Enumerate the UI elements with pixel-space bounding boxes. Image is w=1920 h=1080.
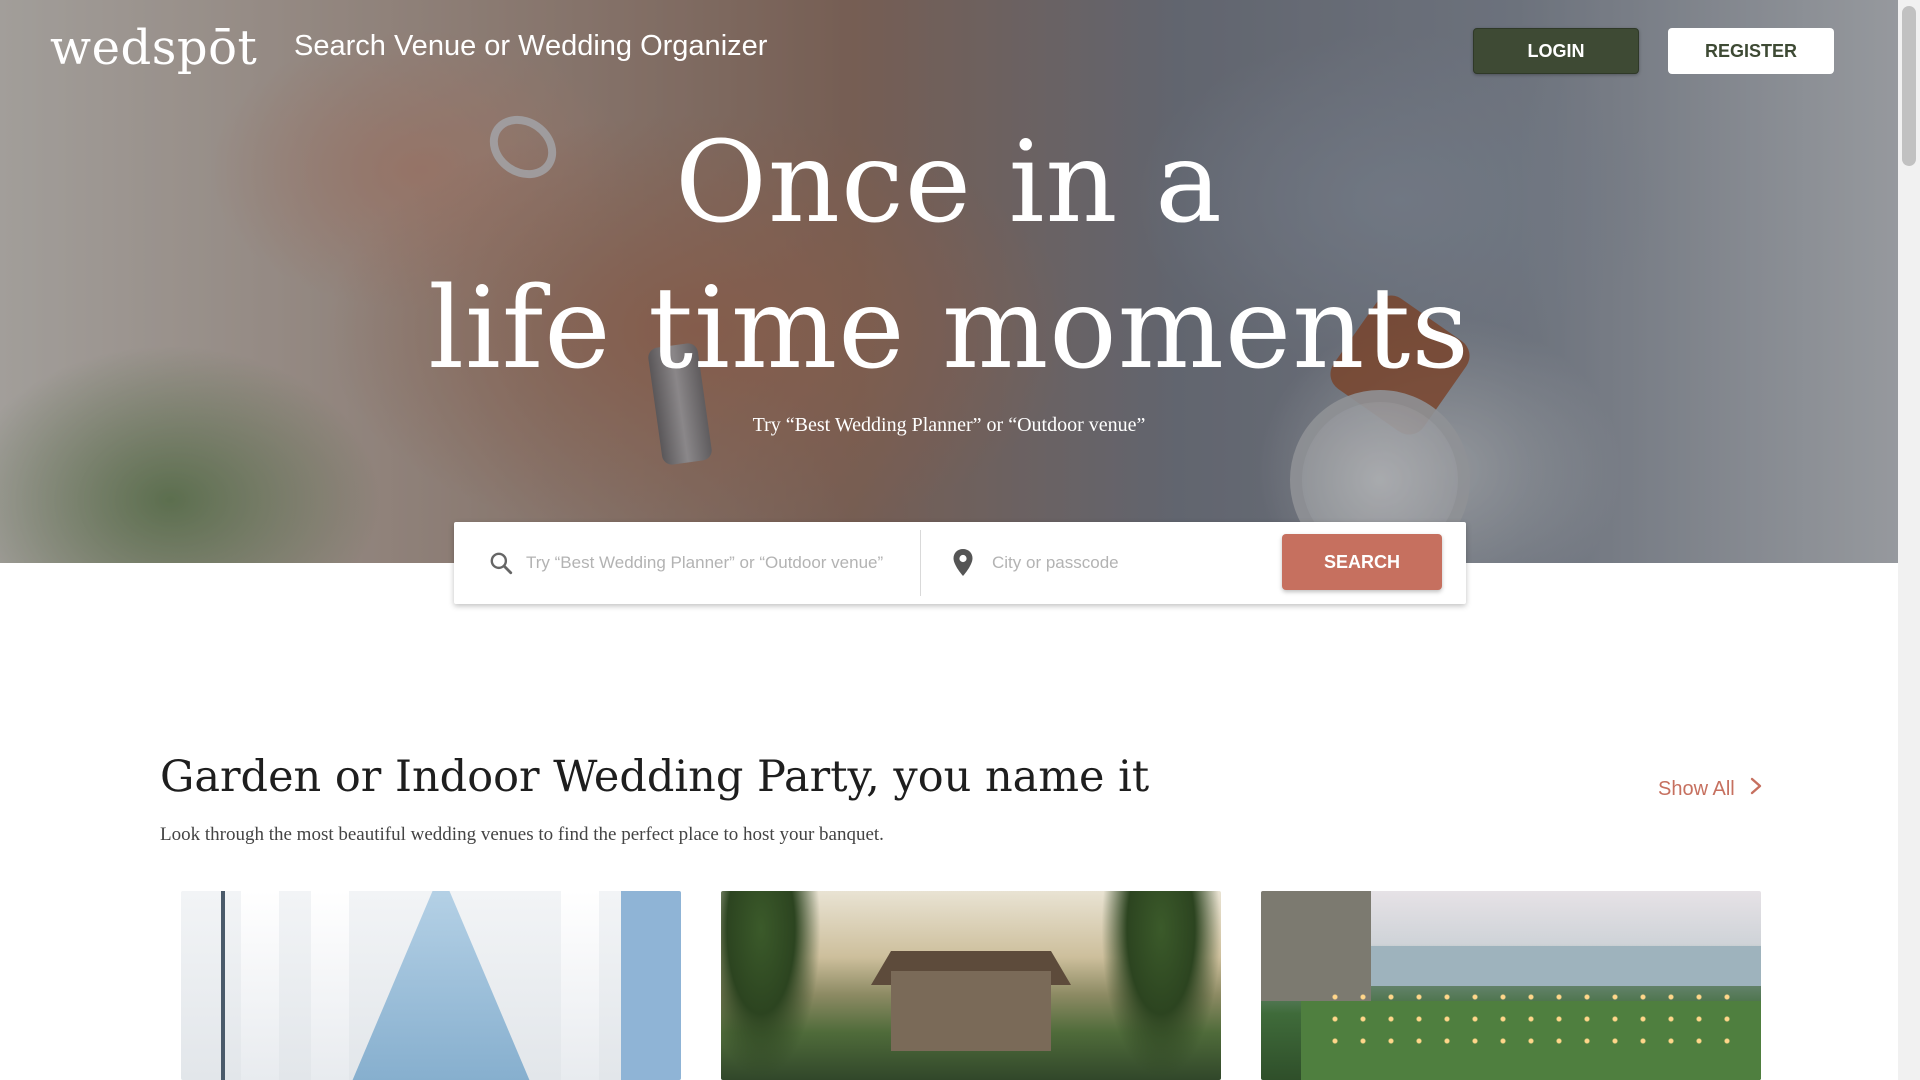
hero-title-line-1: Once in a: [675, 118, 1223, 248]
scrollbar-thumb[interactable]: [1902, 6, 1916, 166]
white-chapel-pillar: [561, 891, 599, 1080]
search-divider: [920, 530, 921, 596]
location-input[interactable]: [992, 544, 1252, 582]
seaside-garden-photo: [1361, 946, 1761, 986]
hero-subtitle: Try “Best Wedding Planner” or “Outdoor v…: [752, 414, 1146, 436]
hero-title: Once in a life time moments: [0, 110, 1898, 402]
keyword-search-input[interactable]: [526, 544, 906, 582]
hero-banner: Once in a life time moments Try “Best We…: [0, 0, 1898, 563]
seaside-garden-lights: [1321, 986, 1741, 1056]
section-description: Look through the most beautiful wedding …: [160, 824, 884, 845]
section-title: Garden or Indoor Wedding Party, you name…: [160, 752, 1150, 802]
chevron-right-icon: [1749, 776, 1763, 802]
show-all-label: Show All: [1658, 777, 1735, 800]
nav-search-link[interactable]: Search Venue or Wedding Organizer: [294, 30, 767, 63]
tropical-resort-palm: [721, 891, 821, 1080]
tropical-resort-building: [891, 971, 1051, 1051]
search-icon: [488, 550, 514, 576]
white-chapel-photo-sky: [621, 891, 681, 1080]
seaside-garden-tower: [1261, 891, 1371, 1001]
logo[interactable]: wedspōt: [50, 20, 257, 76]
venue-card-3[interactable]: [1261, 891, 1761, 1080]
white-chapel-pillar: [311, 891, 349, 1080]
register-button[interactable]: REGISTER: [1668, 28, 1834, 74]
venue-card-2[interactable]: [721, 891, 1221, 1080]
tropical-resort-palm: [1101, 891, 1221, 1080]
search-button[interactable]: SEARCH: [1282, 534, 1442, 590]
login-button[interactable]: LOGIN: [1473, 28, 1639, 74]
location-pin-icon: [951, 548, 975, 578]
hero-title-line-2: life time moments: [428, 264, 1470, 394]
white-chapel-photo: [331, 891, 551, 1080]
page-scrollbar[interactable]: [1898, 0, 1920, 1080]
search-bar: SEARCH: [454, 522, 1466, 604]
venue-card-1[interactable]: [181, 891, 681, 1080]
white-chapel-pillar: [241, 891, 279, 1080]
show-all-link[interactable]: Show All: [1658, 776, 1763, 802]
